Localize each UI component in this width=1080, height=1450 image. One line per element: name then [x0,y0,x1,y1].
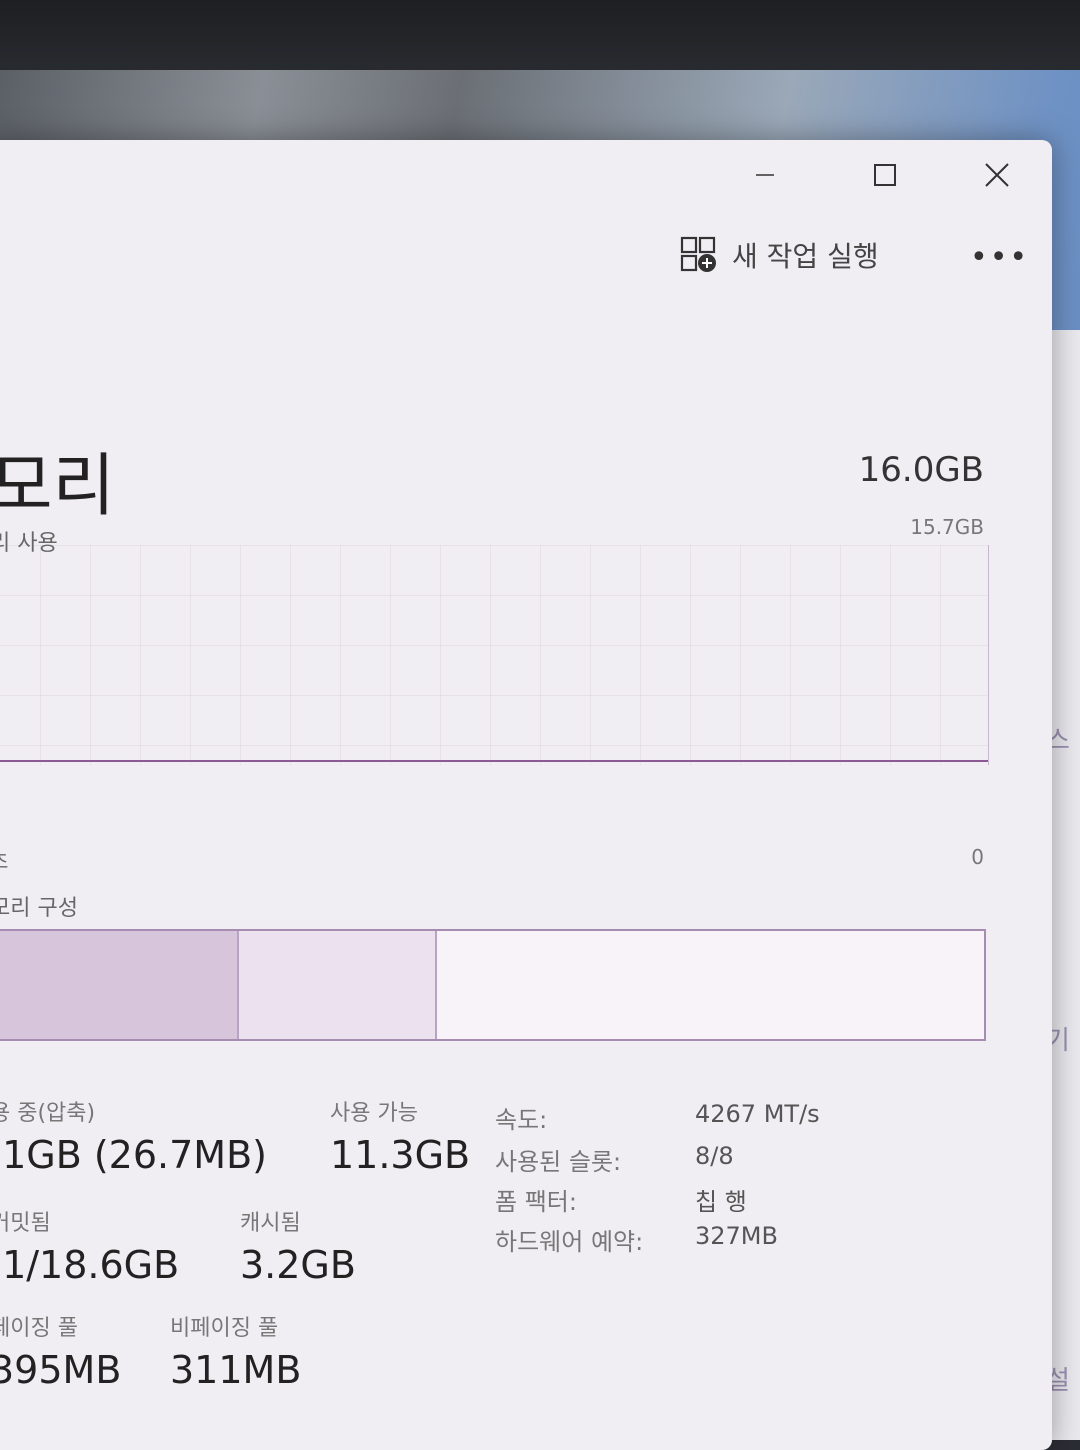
minimize-icon [756,174,774,176]
detail-key: 하드웨어 예약: [495,1228,644,1256]
composition-label: 모리 구성 [0,896,78,921]
graph-zero-label: 0 [971,845,984,869]
task-manager-window: 새 작업 실행 ••• 모리 리 사용 16.0GB 15.7GB 초 0 모리… [0,140,1052,1450]
stat-value: 3.2GB [240,1243,356,1287]
stat-label: 사용 가능 [330,1101,418,1126]
more-options-button[interactable]: ••• [970,240,1029,275]
graph-time-label: 초 [0,845,8,874]
stat-label: 커밋됨 [0,1211,51,1236]
page-title: 모리 [0,447,116,526]
maximize-button[interactable] [855,150,915,200]
detail-key: 속도: [495,1106,548,1134]
memory-usage-line [0,760,988,762]
memory-total: 16.0GB [858,450,984,490]
stat-label: 페이징 풀 [0,1316,78,1341]
stat-in-use: 용 중(압축) .1GB (26.7MB) [0,1095,267,1177]
stat-value: .1GB (26.7MB) [0,1133,267,1177]
stat-value: 311MB [170,1348,302,1392]
stat-nonpaged-pool: 비페이징 풀 311MB [170,1310,301,1392]
stat-label: 비페이징 풀 [170,1316,279,1341]
maximize-icon [874,164,896,186]
stat-committed: 커밋됨 .1/18.6GB [0,1205,179,1287]
detail-value: 칩 행 [695,1188,747,1216]
detail-key: 사용된 슬롯: [495,1148,622,1176]
detail-value: 327MB [695,1222,778,1250]
close-button[interactable] [967,150,1027,200]
run-new-task-button[interactable]: 새 작업 실행 [680,235,879,275]
memory-usage-graph [0,545,989,765]
run-new-task-label: 새 작업 실행 [732,240,879,273]
detail-value: 4267 MT/s [695,1100,820,1128]
composition-segment-standby[interactable] [437,931,984,1039]
close-icon [985,163,1009,187]
title-bar[interactable] [0,140,1052,210]
run-task-icon [680,236,716,272]
memory-composition-bar[interactable] [0,929,986,1041]
more-icon: ••• [970,240,1030,275]
stat-available: 사용 가능 11.3GB [330,1095,470,1177]
stat-value: 395MB [0,1348,122,1392]
minimize-button[interactable] [735,150,795,200]
stat-cached: 캐시됨 3.2GB [240,1205,356,1287]
stat-value: 11.3GB [330,1133,471,1177]
detail-key: 폼 팩터: [495,1188,577,1216]
stat-label: 캐시됨 [240,1211,301,1236]
composition-segment-modified[interactable] [238,931,438,1039]
stat-value: .1/18.6GB [0,1243,180,1287]
composition-segment-in-use[interactable] [0,931,239,1039]
detail-value: 8/8 [695,1142,734,1170]
stat-label: 용 중(압축) [0,1101,96,1126]
graph-max-label: 15.7GB [910,515,984,539]
stat-paged-pool: 페이징 풀 395MB [0,1310,121,1392]
toolbar [0,210,1052,320]
